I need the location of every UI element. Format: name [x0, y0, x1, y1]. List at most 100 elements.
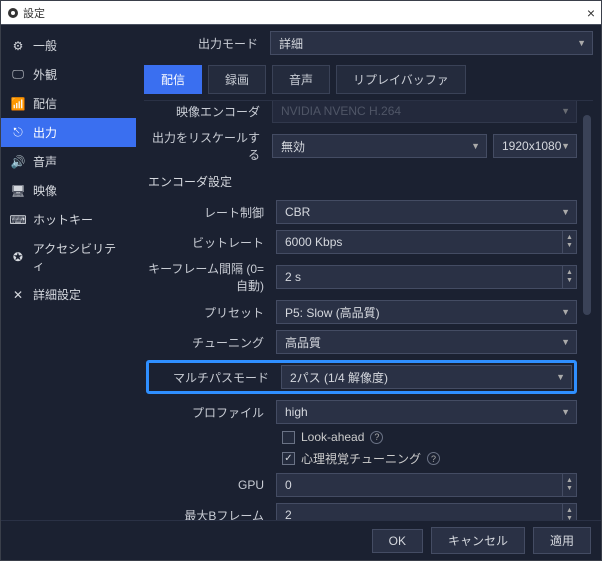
tab-stream[interactable]: 配信	[144, 65, 202, 94]
sidebar-item-label: 外観	[33, 66, 57, 83]
bframes-row: 最大Bフレーム 2▲▼	[146, 503, 577, 520]
sidebar-item-video[interactable]: 🖥映像	[1, 176, 136, 205]
gpu-stepper[interactable]: ▲▼	[563, 473, 577, 497]
cancel-button[interactable]: キャンセル	[431, 527, 525, 554]
sidebar-item-output[interactable]: ⎋ 出力	[1, 118, 136, 147]
sidebar-item-label: ホットキー	[33, 211, 93, 228]
keyframe-stepper[interactable]: ▲▼	[563, 265, 577, 289]
tab-replay[interactable]: リプレイバッファ	[336, 65, 466, 94]
sidebar-item-label: 音声	[33, 153, 57, 170]
lookahead-label: Look-ahead	[301, 430, 364, 444]
rescale-row: 出力をリスケールする 無効▼ 1920x1080▼	[146, 129, 577, 163]
gpu-row: GPU 0▲▼	[146, 473, 577, 497]
palette-icon: 🖵	[11, 67, 25, 82]
sidebar-item-label: 出力	[33, 124, 57, 141]
accessibility-icon: ✪	[11, 250, 25, 264]
settings-window: 設定 × ⚙ 一般 🖵 外観 📶 配信 ⎋ 出力 🔊 音声 🖥映像 ⌨ ホットキー ✪ アクセ…	[0, 0, 602, 561]
rate-control-row: レート制御 CBR▼	[146, 200, 577, 224]
sidebar-item-accessibility[interactable]: ✪ アクセシビリティ	[1, 234, 136, 280]
psycho-row: ✓ 心理視覚チューニング ?	[146, 450, 577, 467]
chevron-down-icon: ▼	[556, 372, 565, 382]
rescale-resolution-select[interactable]: 1920x1080▼	[493, 134, 577, 158]
sidebar-item-hotkeys[interactable]: ⌨ ホットキー	[1, 205, 136, 234]
chevron-down-icon: ▼	[561, 141, 570, 151]
gear-icon: ⚙	[11, 39, 25, 53]
chevron-down-icon: ▼	[561, 207, 570, 217]
dialog-footer: OK キャンセル 適用	[1, 520, 601, 560]
lookahead-checkbox[interactable]	[282, 431, 295, 444]
psycho-label: 心理視覚チューニング	[301, 450, 421, 467]
profile-label: プロファイル	[146, 404, 270, 421]
settings-scroll: 映像エンコーダ NVIDIA NVENC H.264▼ 出力をリスケールする 無…	[144, 100, 593, 520]
bframes-input[interactable]: 2	[276, 503, 563, 520]
rescale-label: 出力をリスケールする	[146, 129, 266, 163]
sidebar-item-appearance[interactable]: 🖵 外観	[1, 60, 136, 89]
rescale-select[interactable]: 無効▼	[272, 134, 487, 158]
scrollbar[interactable]	[583, 105, 591, 516]
help-icon[interactable]: ?	[370, 431, 383, 444]
chevron-down-icon: ▼	[561, 337, 570, 347]
scrollbar-thumb[interactable]	[583, 115, 591, 315]
export-icon: ⎋	[11, 125, 25, 140]
chevron-down-icon: ▼	[561, 307, 570, 317]
preset-select[interactable]: P5: Slow (高品質)▼	[276, 300, 577, 324]
help-icon[interactable]: ?	[427, 452, 440, 465]
keyframe-label: キーフレーム間隔 (0=自動)	[146, 260, 270, 294]
tab-record[interactable]: 録画	[208, 65, 266, 94]
tuning-select[interactable]: 高品質▼	[276, 330, 577, 354]
encoder-settings-title: エンコーダ設定	[148, 173, 577, 190]
chevron-down-icon: ▼	[471, 141, 480, 151]
speaker-icon: 🔊	[11, 155, 25, 169]
sidebar-item-label: 配信	[33, 95, 57, 112]
output-mode-row: 出力モード 詳細▼	[144, 31, 593, 55]
keyframe-row: キーフレーム間隔 (0=自動) 2 s▲▼	[146, 260, 577, 294]
close-icon[interactable]: ×	[587, 5, 595, 21]
sidebar-item-stream[interactable]: 📶 配信	[1, 89, 136, 118]
bitrate-input[interactable]: 6000 Kbps	[276, 230, 563, 254]
rate-control-select[interactable]: CBR▼	[276, 200, 577, 224]
rate-control-label: レート制御	[146, 204, 270, 221]
lookahead-row: Look-ahead ?	[146, 430, 577, 444]
bitrate-row: ビットレート 6000 Kbps▲▼	[146, 230, 577, 254]
output-panel: 出力モード 詳細▼ 配信 録画 音声 リプレイバッファ 映像エンコーダ NVID…	[136, 25, 601, 520]
tuning-row: チューニング 高品質▼	[146, 330, 577, 354]
sidebar-item-label: 詳細設定	[33, 286, 81, 303]
sidebar-item-general[interactable]: ⚙ 一般	[1, 31, 136, 60]
multipass-label: マルチパスモード	[151, 369, 275, 386]
apply-button[interactable]: 適用	[533, 527, 591, 554]
multipass-row: マルチパスモード 2パス (1/4 解像度)▼	[151, 365, 572, 389]
video-encoder-label: 映像エンコーダ	[146, 103, 266, 120]
video-encoder-row: 映像エンコーダ NVIDIA NVENC H.264▼	[146, 100, 577, 123]
monitor-icon: 🖥	[11, 184, 25, 198]
profile-row: プロファイル high▼	[146, 400, 577, 424]
bframes-stepper[interactable]: ▲▼	[563, 503, 577, 520]
tools-icon: ✕	[11, 288, 25, 302]
chevron-down-icon: ▼	[561, 106, 570, 116]
bframes-label: 最大Bフレーム	[146, 507, 270, 521]
sidebar-item-audio[interactable]: 🔊 音声	[1, 147, 136, 176]
preset-label: プリセット	[146, 304, 270, 321]
output-mode-label: 出力モード	[144, 35, 264, 52]
titlebar: 設定 ×	[1, 1, 601, 25]
gpu-input[interactable]: 0	[276, 473, 563, 497]
psycho-checkbox[interactable]: ✓	[282, 452, 295, 465]
chevron-down-icon: ▼	[561, 407, 570, 417]
keyframe-input[interactable]: 2 s	[276, 265, 563, 289]
chevron-down-icon: ▼	[577, 38, 586, 48]
ok-button[interactable]: OK	[372, 529, 423, 553]
profile-select[interactable]: high▼	[276, 400, 577, 424]
preset-row: プリセット P5: Slow (高品質)▼	[146, 300, 577, 324]
tuning-label: チューニング	[146, 334, 270, 351]
bitrate-stepper[interactable]: ▲▼	[563, 230, 577, 254]
video-encoder-select[interactable]: NVIDIA NVENC H.264▼	[272, 100, 577, 123]
tab-audio[interactable]: 音声	[272, 65, 330, 94]
output-mode-select[interactable]: 詳細▼	[270, 31, 593, 55]
sidebar-item-advanced[interactable]: ✕ 詳細設定	[1, 280, 136, 309]
sidebar-item-label: アクセシビリティ	[33, 240, 126, 274]
output-tabs: 配信 録画 音声 リプレイバッファ	[144, 65, 593, 94]
keyboard-icon: ⌨	[11, 213, 25, 227]
sidebar-item-label: 一般	[33, 37, 57, 54]
antenna-icon: 📶	[11, 97, 25, 111]
multipass-select[interactable]: 2パス (1/4 解像度)▼	[281, 365, 572, 389]
multipass-highlight: マルチパスモード 2パス (1/4 解像度)▼	[146, 360, 577, 394]
